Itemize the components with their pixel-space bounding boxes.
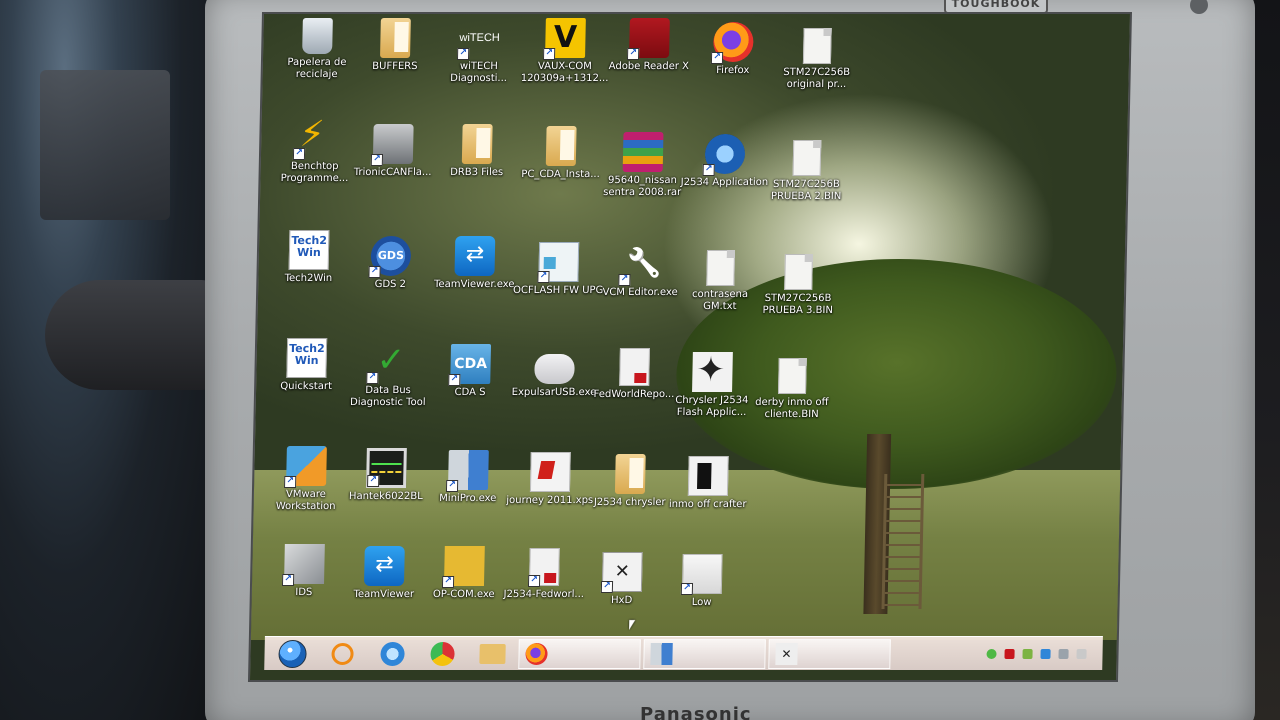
wallpaper-tree-ladder xyxy=(881,474,925,609)
recycle-bin-icon xyxy=(302,18,333,54)
taskbar: ✕ xyxy=(264,636,1103,670)
desktop-icon-cda-s[interactable]: CDA ↗ CDA S xyxy=(424,344,517,399)
folder-icon xyxy=(479,643,506,664)
pdf-icon: ↗ xyxy=(527,548,560,587)
xps-icon xyxy=(529,452,571,492)
file-icon xyxy=(792,140,822,176)
taskbar-internet-explorer[interactable] xyxy=(368,639,417,669)
hxd-icon: ✕ xyxy=(775,642,798,665)
taskbar-task-hxd[interactable]: ✕ xyxy=(768,638,891,669)
chrysler-icon xyxy=(692,352,733,392)
room-arm xyxy=(45,280,220,390)
gds-icon: GDS ↗ xyxy=(368,236,412,278)
taskbar-task-minipro[interactable] xyxy=(643,638,766,669)
desktop-icon-witech[interactable]: wiTECH ↗ wiTECH Diagnosti... xyxy=(432,18,525,85)
room-shelf xyxy=(40,70,170,220)
wrench-icon: ↗ xyxy=(618,244,661,286)
desktop-icon-j2534-application[interactable]: ↗ J2534 Application xyxy=(678,134,771,189)
volume-icon[interactable] xyxy=(1058,648,1069,659)
desktop-icon-stm-prueba3[interactable]: STM27C256B PRUEBA 3.BIN xyxy=(752,254,845,317)
hantek-icon: ↗ xyxy=(366,448,407,488)
desktop-icon-adobe-reader[interactable]: ↗ Adobe Reader X xyxy=(603,18,696,73)
cda-icon: CDA ↗ xyxy=(448,344,492,386)
folder-icon xyxy=(614,454,646,494)
desktop-icon-drb3[interactable]: DRB3 Files xyxy=(431,124,524,179)
desktop-icon-inmo-crafter[interactable]: inmo off crafter xyxy=(662,456,755,511)
file-icon xyxy=(777,358,807,394)
pdf-icon xyxy=(619,348,650,386)
firefox-icon: ↗ xyxy=(710,22,754,64)
desktop-icon-teamviewer-exe[interactable]: TeamViewer.exe xyxy=(428,236,521,291)
j2534-icon: ↗ xyxy=(702,134,746,176)
crafter-icon xyxy=(687,456,729,496)
lightning-icon: ↗ xyxy=(292,118,336,160)
desktop-icon-data-bus[interactable]: ↗ Data Bus Diagnostic Tool xyxy=(342,342,435,409)
flag-icon[interactable] xyxy=(1076,648,1087,659)
start-button[interactable] xyxy=(268,639,317,669)
desktop-icon-stm-prueba2[interactable]: STM27C256B PRUEBA 2.BIN xyxy=(760,140,853,203)
usb-icon xyxy=(534,354,575,384)
media-player-icon xyxy=(331,642,354,665)
opcom-icon: ↗ xyxy=(441,546,485,588)
desktop-icon-ocflash[interactable]: ↗ OCFLASH FW UPG xyxy=(512,242,605,297)
minipro-icon xyxy=(650,642,673,665)
desktop-icon-nissan-rar[interactable]: 95640_nissan sentra 2008.rar xyxy=(596,132,689,199)
desktop-icon-firefox[interactable]: ↗ Firefox xyxy=(687,22,780,77)
taskbar-chrome[interactable] xyxy=(418,639,467,669)
desktop-icon-gds2[interactable]: GDS ↗ GDS 2 xyxy=(344,236,437,291)
winrar-icon xyxy=(622,132,664,172)
file-icon xyxy=(706,250,736,286)
vaux-com-icon: V ↗ xyxy=(542,18,586,60)
desktop-icon-pc-cda[interactable]: PC_CDA_Insta... xyxy=(514,126,607,181)
witech-icon: wiTECH ↗ xyxy=(456,18,500,60)
adobe-tray-icon[interactable] xyxy=(1004,648,1015,659)
desktop-icon-stm-original[interactable]: STM27C256B original pr... xyxy=(770,28,863,91)
databus-icon: ↗ xyxy=(366,342,409,384)
minipro-icon: ↗ xyxy=(445,450,489,492)
teamviewer-icon xyxy=(454,236,496,276)
desktop-icon-vaux-com[interactable]: V ↗ VAUX-COM 120309a+1312... xyxy=(518,18,611,85)
file-icon xyxy=(784,254,813,290)
tray-app-icon[interactable] xyxy=(1022,648,1033,659)
folder-icon xyxy=(461,124,493,164)
start-icon xyxy=(278,639,307,668)
ocflash-icon: ↗ xyxy=(537,242,580,283)
folder-icon xyxy=(380,18,411,58)
vmware-icon: ↗ xyxy=(284,446,327,488)
taskbar-media-player[interactable] xyxy=(318,639,367,669)
taskbar-task-firefox[interactable] xyxy=(518,638,641,669)
trionic-icon: ↗ xyxy=(370,124,414,166)
firefox-icon xyxy=(525,642,548,665)
desktop-screen: Papelera de reciclaje BUFFERS wiTECH ↗ wi… xyxy=(247,12,1132,682)
file-icon: ↗ xyxy=(680,554,723,595)
desktop-icon-low[interactable]: ↗ Low xyxy=(655,554,748,609)
internet-explorer-icon xyxy=(380,641,405,666)
desktop-icon-buffers[interactable]: BUFFERS xyxy=(349,18,442,73)
desktop-icon-tech2win[interactable]: Tech2 Win Tech2Win xyxy=(262,230,355,285)
desktop-icon-expulsar-usb[interactable]: ExpulsarUSB.exe xyxy=(508,348,601,399)
status-icon[interactable] xyxy=(986,648,997,659)
tech2win-icon: Tech2 Win xyxy=(286,338,328,378)
adobe-reader-icon: ↗ xyxy=(626,18,670,60)
file-icon xyxy=(802,28,832,64)
desktop-icon-derby[interactable]: derby inmo off cliente.BIN xyxy=(745,358,838,421)
panasonic-logo: Panasonic xyxy=(640,704,752,720)
desktop-icon-hantek[interactable]: ↗ Hantek6022BL xyxy=(340,448,433,503)
ids-icon: ↗ xyxy=(281,544,325,586)
taskbar-explorer[interactable] xyxy=(468,639,517,669)
desktop-icon-quickstart[interactable]: Tech2 Win Quickstart xyxy=(260,338,353,393)
desktop-icon-trionic[interactable]: ↗ TrionicCANFla... xyxy=(347,124,440,179)
folder-icon xyxy=(545,126,577,166)
network-icon[interactable] xyxy=(1040,648,1051,659)
desktop-icon-minipro[interactable]: ↗ MiniPro.exe xyxy=(422,450,515,505)
mouse-cursor xyxy=(629,620,636,630)
system-tray xyxy=(978,639,1103,669)
hxd-icon: ✕ ↗ xyxy=(600,552,643,593)
teamviewer-icon xyxy=(363,546,405,586)
tech2win-icon: Tech2 Win xyxy=(288,230,330,270)
chrome-icon xyxy=(430,641,455,666)
